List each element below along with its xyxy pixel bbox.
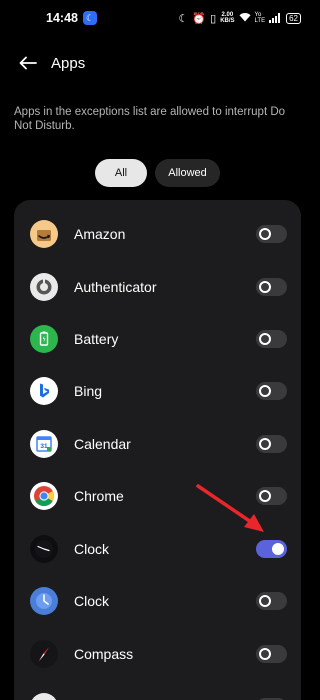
description-text: Apps in the exceptions list are allowed … (14, 106, 286, 132)
toggle-switch[interactable] (256, 435, 287, 453)
app-partial-icon (30, 693, 58, 700)
app-name: Calendar (74, 436, 131, 452)
dnd-moon-icon: ☾ (178, 12, 189, 25)
back-arrow-icon[interactable] (14, 49, 42, 77)
header: Apps (0, 46, 315, 80)
battery-icon (30, 325, 58, 353)
signal-icon (269, 13, 281, 23)
app-name: Authenticator (74, 279, 157, 295)
toggle-switch[interactable] (256, 645, 287, 663)
app-name: Compass (74, 646, 134, 662)
filter-chip-allowed[interactable]: Allowed (155, 159, 220, 187)
app-name: Bing (74, 383, 103, 399)
app-name: Clock (74, 541, 110, 557)
volte-bottom: LTE (254, 18, 266, 24)
network-speed: 2.00 KB/S (220, 12, 234, 24)
compass-icon (30, 640, 58, 668)
alarm-icon: ⏰ (192, 12, 207, 25)
app-row-authenticator[interactable]: Authenticator (14, 261, 301, 313)
toggle-switch[interactable] (256, 225, 287, 243)
app-name: Amazon (74, 226, 126, 242)
toggle-switch[interactable] (256, 382, 287, 400)
toggle-switch[interactable] (256, 330, 287, 348)
chrome-icon (30, 482, 58, 510)
filter-chip-all[interactable]: All (95, 159, 147, 187)
app-row-bing[interactable]: Bing (14, 365, 301, 417)
bing-icon (30, 377, 58, 405)
toggle-switch[interactable] (256, 592, 287, 610)
toggle-switch[interactable] (256, 540, 287, 558)
app-row-partial[interactable] (14, 681, 301, 700)
amazon-icon (30, 220, 58, 248)
calendar-icon: 31 (30, 430, 58, 458)
app-row-calendar[interactable]: 31 Calendar (14, 418, 301, 470)
annotation-arrow-icon (196, 484, 264, 532)
app-name: Chrome (74, 488, 124, 504)
dnd-moon-badge-icon: ☾ (82, 11, 97, 25)
app-row-battery[interactable]: Battery (14, 313, 301, 365)
app-list: Amazon Authenticator Battery Bing 31 Cal… (14, 200, 301, 700)
clock-dark-icon (30, 535, 58, 563)
vibrate-icon: ▯ (210, 12, 217, 25)
app-row-amazon[interactable]: Amazon (14, 208, 301, 260)
clock-blue-icon (30, 587, 58, 615)
app-row-clock[interactable]: Clock (14, 575, 301, 627)
network-speed-unit: KB/S (220, 18, 235, 24)
wifi-icon (239, 12, 251, 25)
toggle-switch[interactable] (256, 278, 287, 296)
svg-text:31: 31 (40, 443, 48, 450)
app-row-compass[interactable]: Compass (14, 628, 301, 680)
volte-indicator: Yo LTE (255, 12, 266, 24)
page-title: Apps (51, 54, 86, 72)
status-time: 14:48 (46, 11, 78, 25)
battery-indicator: 62 (286, 12, 301, 24)
filter-chips: All Allowed (95, 159, 220, 187)
app-name: Clock (74, 593, 110, 609)
status-bar: 14:48 ☾ ☾ ⏰ ▯ 2.00 KB/S Yo LTE 62 (0, 0, 315, 36)
authenticator-icon (30, 273, 58, 301)
app-name: Battery (74, 331, 119, 347)
status-icons: ☾ ⏰ ▯ 2.00 KB/S Yo LTE 62 (179, 12, 301, 25)
